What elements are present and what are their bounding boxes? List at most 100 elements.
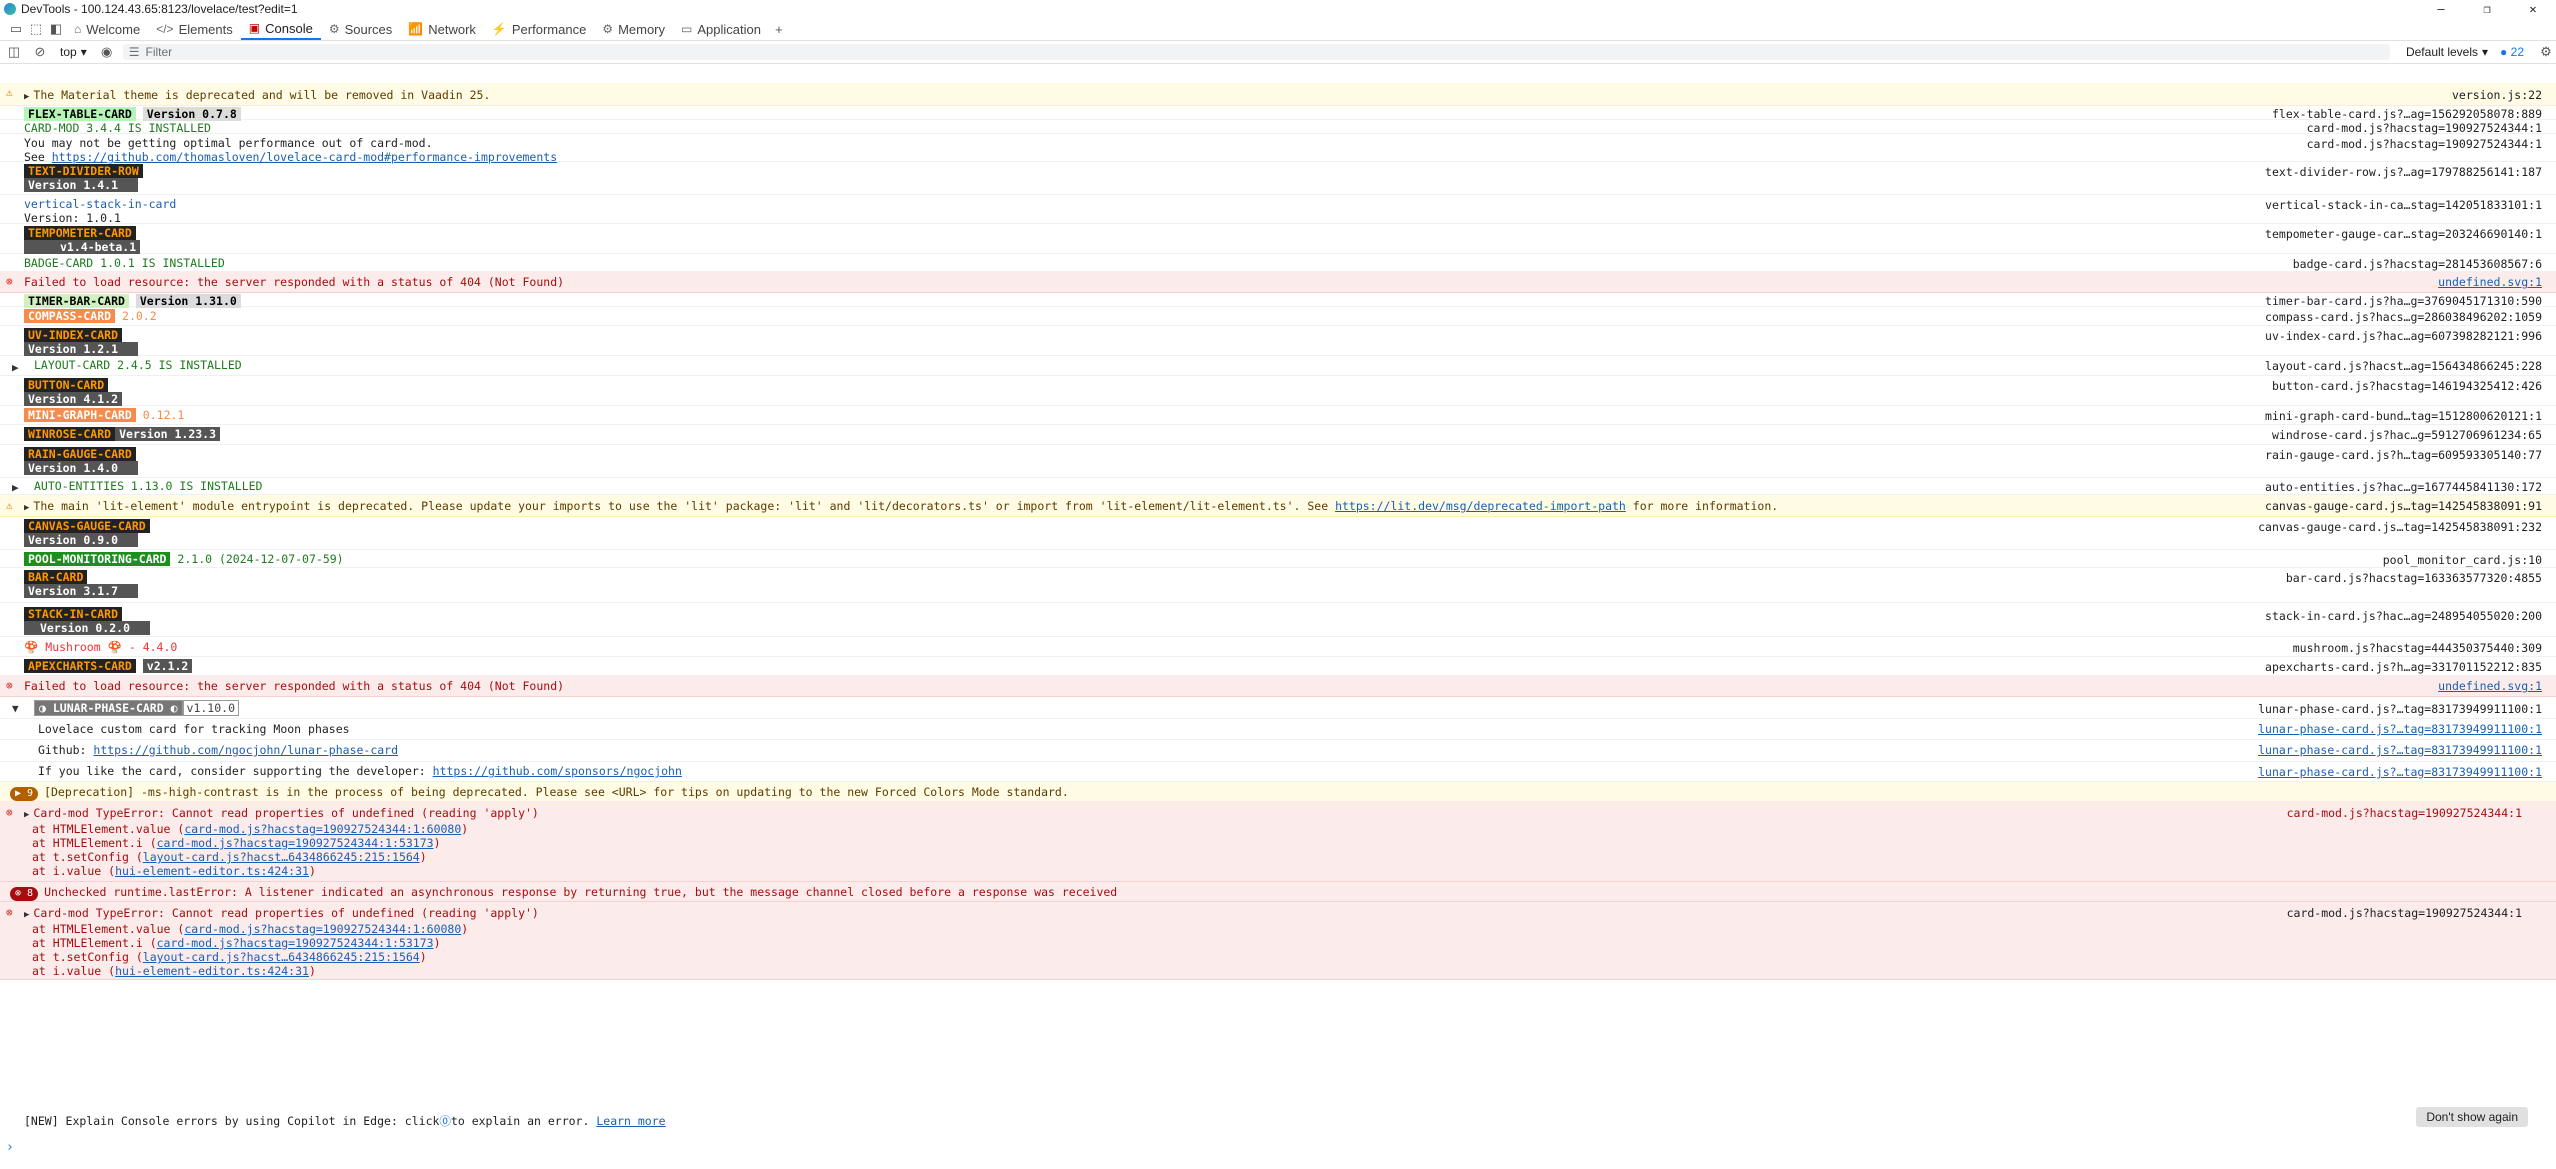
tab-performance[interactable]: ⚡ Performance: [484, 18, 594, 40]
dock-sidebar-icon[interactable]: ◧: [46, 19, 66, 39]
issues-counter[interactable]: ● 22: [2500, 45, 2524, 59]
context-selector[interactable]: top ▾: [56, 45, 91, 59]
source-link[interactable]: lunar-phase-card.js?…tag=83173949911100:…: [2258, 702, 2542, 716]
console-message[interactable]: ▼ ◑ LUNAR-PHASE-CARD ◐ v1.10.0 lunar-phas…: [0, 697, 2556, 719]
clear-console-icon[interactable]: ⊘: [30, 42, 50, 62]
source-link[interactable]: stack-in-card.js?hac…ag=248954055020:200: [2265, 609, 2542, 623]
source-link[interactable]: version.js:22: [2452, 88, 2542, 102]
console-message[interactable]: ▶ 9 [Deprecation] -ms-high-contrast is in…: [0, 782, 2556, 802]
source-link[interactable]: mini-graph-card-bund…tag=1512800620121:1: [2265, 409, 2542, 423]
source-link[interactable]: button-card.js?hacstag=146194325412:426: [2272, 379, 2542, 393]
tab-elements[interactable]: </> Elements: [148, 18, 241, 40]
tab-memory[interactable]: ⚙ Memory: [594, 18, 673, 40]
title-bar: DevTools - 100.124.43.65:8123/lovelace/t…: [0, 0, 2556, 18]
restore-icon[interactable]: ❐: [2464, 0, 2510, 18]
console-message: vertical-stack-in-card Version: 1.0.1 ver…: [0, 195, 2556, 225]
dont-show-again-button[interactable]: Don't show again: [2416, 1107, 2528, 1127]
tab-network[interactable]: 📶 Network: [400, 18, 484, 40]
log-levels-dropdown[interactable]: Default levels ▾: [2406, 45, 2488, 59]
console-toolbar: ◫ ⊘ top ▾ ◉ ☰ Filter Default levels ▾ ● 22 …: [0, 41, 2556, 64]
source-link[interactable]: badge-card.js?hacstag=281453608567:6: [2293, 257, 2542, 271]
source-link[interactable]: rain-gauge-card.js?h…tag=609593305140:77: [2265, 448, 2542, 462]
source-link[interactable]: card-mod.js?hacstag=190927524344:1: [2307, 137, 2542, 151]
console-icon: ▣: [248, 21, 261, 35]
tab-sources[interactable]: ⚙ Sources: [321, 18, 400, 40]
source-link[interactable]: canvas-gauge-card.js…tag=142545838091:23…: [2258, 520, 2542, 534]
source-link[interactable]: apexcharts-card.js?h…ag=331701152212:835: [2265, 660, 2542, 674]
sidebar-toggle-icon[interactable]: ◫: [4, 42, 24, 62]
close-icon[interactable]: ✕: [2510, 0, 2556, 18]
message-link[interactable]: https://lit.dev/msg/deprecated-import-pa…: [1335, 499, 1626, 513]
source-link[interactable]: bar-card.js?hacstag=163363577320:4855: [2286, 571, 2542, 585]
source-link[interactable]: lunar-phase-card.js?…tag=83173949911100:…: [2258, 765, 2542, 779]
window-controls: — ❐ ✕: [2418, 0, 2556, 18]
console-messages: ⚠ ▶ The Material theme is deprecated and …: [0, 83, 2556, 980]
source-link[interactable]: vertical-stack-in-ca…stag=142051833101:1: [2265, 198, 2542, 212]
source-link[interactable]: flex-table-card.js?…ag=156292058078:889: [2272, 107, 2542, 121]
window-title: DevTools - 100.124.43.65:8123/lovelace/t…: [21, 2, 298, 16]
warning-icon: ⚠: [6, 86, 13, 99]
console-message[interactable]: ⊗ ▶ Card-mod TypeError: Cannot read prope…: [0, 802, 2556, 882]
expand-icon[interactable]: ▶: [12, 361, 19, 375]
source-link[interactable]: timer-bar-card.js?ha…g=3769045171310:590: [2265, 294, 2542, 308]
source-link[interactable]: undefined.svg:1: [2438, 679, 2542, 693]
source-link[interactable]: text-divider-row.js?…ag=179788256141:187: [2265, 165, 2542, 179]
device-emulation-icon[interactable]: ▭: [6, 19, 26, 39]
source-link[interactable]: card-mod.js?hacstag=190927524344:1: [2287, 906, 2522, 920]
expand-icon[interactable]: ▶: [24, 808, 29, 822]
console-message: Lovelace custom card for tracking Moon p…: [0, 719, 2556, 740]
expand-icon[interactable]: ▶: [24, 90, 29, 104]
source-link[interactable]: card-mod.js?hacstag=190927524344:1: [2287, 806, 2522, 820]
console-message[interactable]: ⊗ Failed to load resource: the server re…: [0, 272, 2556, 293]
gear-icon[interactable]: ⚙: [2536, 42, 2556, 62]
console-message: MINI-GRAPH-CARD 0.12.1 mini-graph-card-b…: [0, 406, 2556, 425]
message-link[interactable]: https://github.com/sponsors/ngocjohn: [433, 764, 682, 778]
filter-input[interactable]: ☰ Filter: [122, 44, 2390, 60]
inspect-icon[interactable]: ⬚: [26, 19, 46, 39]
memory-icon: ⚙: [602, 22, 614, 36]
learn-more-link[interactable]: Learn more: [596, 1114, 665, 1128]
moon-icon: ◑: [39, 701, 46, 715]
console-message: CANVAS-GAUGE-CARD Version 0.9.0 canvas-ga…: [0, 517, 2556, 550]
error-icon: ⊗: [6, 906, 13, 919]
source-link[interactable]: mushroom.js?hacstag=444350375440:309: [2293, 641, 2542, 655]
console-message[interactable]: ⚠ ▶ The Material theme is deprecated and …: [0, 83, 2556, 106]
console-message[interactable]: ⊗ Failed to load resource: the server re…: [0, 676, 2556, 697]
repeat-count-badge: ▶ 9: [10, 787, 39, 801]
source-link[interactable]: auto-entities.js?hac…g=1677445841130:172: [2265, 480, 2542, 494]
collapse-icon[interactable]: ▼: [12, 702, 19, 716]
source-link[interactable]: lunar-phase-card.js?…tag=83173949911100:…: [2258, 743, 2542, 757]
tab-welcome[interactable]: ⌂ Welcome: [66, 18, 148, 40]
console-message: If you like the card, consider supportin…: [0, 762, 2556, 782]
error-icon: ⊗: [6, 275, 13, 288]
tab-console[interactable]: ▣ Console: [240, 18, 321, 40]
source-link[interactable]: compass-card.js?hacs…g=286038496202:1059: [2265, 310, 2542, 324]
console-message: FLEX-TABLE-CARD Version 0.7.8 flex-table…: [0, 106, 2556, 121]
sources-icon: ⚙: [328, 22, 340, 36]
source-link[interactable]: layout-card.js?hacst…ag=156434866245:228: [2265, 359, 2542, 373]
minimize-icon[interactable]: —: [2418, 0, 2464, 18]
expand-icon[interactable]: ▶: [12, 481, 19, 495]
console-prompt[interactable]: ›: [6, 1140, 14, 1155]
source-link[interactable]: undefined.svg:1: [2438, 275, 2542, 289]
source-link[interactable]: tempometer-gauge-car…stag=203246690140:1: [2265, 227, 2542, 241]
source-link[interactable]: canvas-gauge-card.js…tag=142545838091:91: [2265, 499, 2542, 513]
source-link[interactable]: lunar-phase-card.js?…tag=83173949911100:…: [2258, 722, 2542, 736]
console-message[interactable]: ⚠ ▶ The main 'lit-element' module entrypo…: [0, 495, 2556, 517]
console-message[interactable]: ⊗ 8 Unchecked runtime.lastError: A listen…: [0, 882, 2556, 902]
console-message: POOL-MONITORING-CARD 2.1.0 (2024-12-07-0…: [0, 550, 2556, 568]
tab-application[interactable]: ▭ Application: [673, 18, 769, 40]
source-link[interactable]: card-mod.js?hacstag=190927524344:1: [2307, 121, 2542, 135]
source-link[interactable]: windrose-card.js?hac…g=5912706961234:65: [2272, 428, 2542, 442]
source-link[interactable]: pool_monitor_card.js:10: [2383, 553, 2542, 567]
expand-icon[interactable]: ▶: [24, 908, 29, 922]
stack-trace: at HTMLElement.value (card-mod.js?hacsta…: [32, 922, 469, 978]
expand-icon[interactable]: ▶: [24, 501, 29, 515]
message-link[interactable]: https://github.com/ngocjohn/lunar-phase-…: [93, 743, 398, 757]
eye-icon[interactable]: ◉: [97, 42, 117, 62]
add-tab-icon[interactable]: +: [769, 19, 789, 39]
console-message[interactable]: ⊗ ▶ Card-mod TypeError: Cannot read prope…: [0, 902, 2556, 980]
chevron-down-icon: ▾: [80, 45, 87, 59]
mushroom-icon: 🍄: [24, 640, 39, 654]
source-link[interactable]: uv-index-card.js?hac…ag=607398282121:996: [2265, 329, 2542, 343]
